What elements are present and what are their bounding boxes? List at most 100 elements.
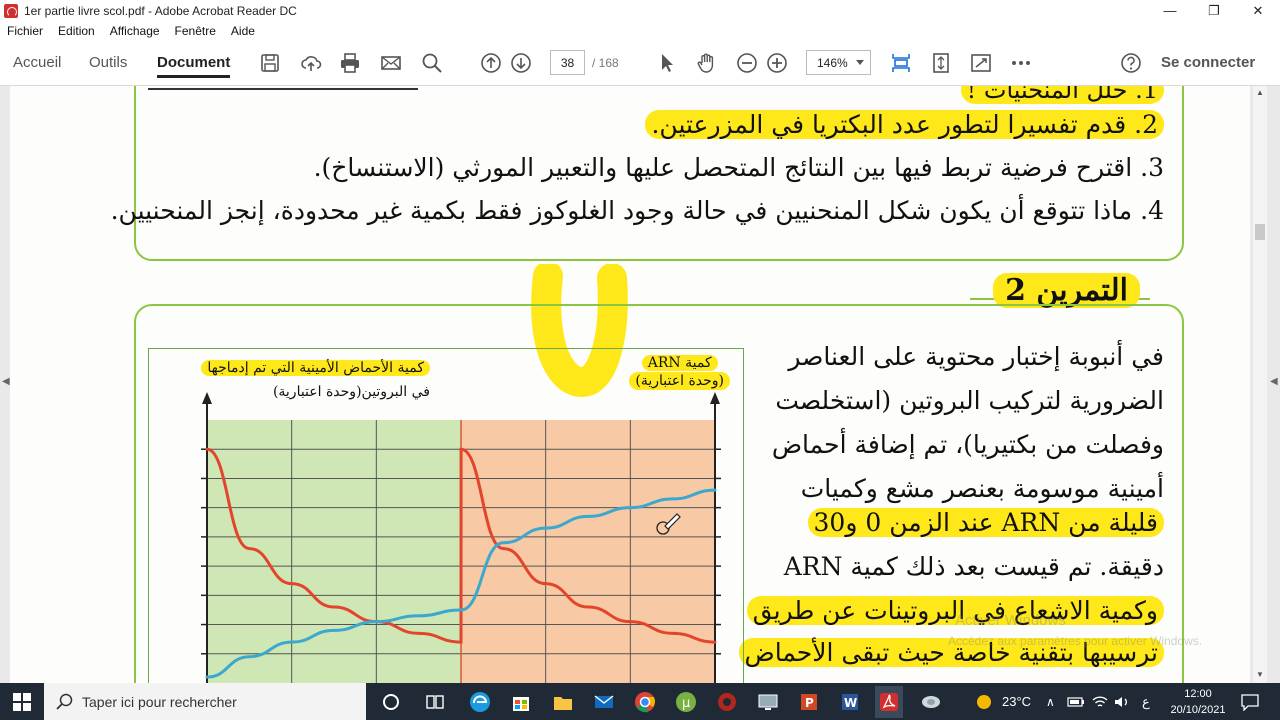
- zoom-in-icon[interactable]: [765, 51, 789, 75]
- svg-text:P: P: [805, 696, 814, 710]
- battery-icon[interactable]: [1067, 683, 1085, 720]
- task-view-icon[interactable]: [422, 689, 448, 715]
- sign-in-link[interactable]: Se connecter: [1161, 54, 1255, 71]
- page-down-icon[interactable]: [509, 51, 533, 75]
- vertical-scrollbar[interactable]: ▲ ▼: [1253, 86, 1267, 683]
- paragraph-line-5: قليلة من ARN عند الزمن 0 و30: [807, 508, 1164, 537]
- more-icon[interactable]: [1009, 51, 1033, 75]
- scrollbar-thumb[interactable]: [1255, 224, 1265, 240]
- chevron-down-icon: [856, 60, 864, 65]
- document-viewport[interactable]: ◀ ◀ 1. حلل المنحنيات ! 2. قدم تفسيرا لتط…: [0, 86, 1280, 683]
- mail-app-icon[interactable]: [591, 689, 617, 715]
- exercise-title: التمرين 2: [993, 273, 1140, 308]
- svg-text:µ: µ: [682, 696, 690, 711]
- page-up-icon[interactable]: [479, 51, 503, 75]
- menu-edition[interactable]: Edition: [51, 24, 103, 38]
- volume-icon[interactable]: [1113, 683, 1131, 720]
- notifications-icon[interactable]: [1240, 683, 1260, 720]
- taskbar-search[interactable]: Taper ici pour rechercher: [44, 683, 366, 720]
- clock-date: 20/10/2021: [1170, 704, 1226, 716]
- screen-icon[interactable]: [755, 689, 781, 715]
- window-title: 1er partie livre scol.pdf - Adobe Acroba…: [24, 3, 297, 18]
- clock[interactable]: 12:00 20/10/2021: [1166, 686, 1230, 718]
- chart-right-axis-arrow: [710, 392, 720, 404]
- wifi-icon[interactable]: [1091, 683, 1109, 720]
- acrobat-window: 1er partie livre scol.pdf - Adobe Acroba…: [0, 0, 1280, 720]
- zoom-out-icon[interactable]: [735, 51, 759, 75]
- zoom-select[interactable]: 146%: [806, 50, 871, 75]
- tab-accueil[interactable]: Accueil: [13, 40, 61, 86]
- input-language[interactable]: ع: [1142, 683, 1150, 720]
- paragraph-line-3: وفصلت من بكتيريا)، تم إضافة أحماض: [771, 430, 1164, 459]
- windows-logo-icon: [13, 692, 31, 711]
- menu-fichier[interactable]: Fichier: [0, 24, 51, 38]
- menu-aide[interactable]: Aide: [224, 24, 263, 38]
- question-1: 1. حلل المنحنيات !: [960, 86, 1164, 104]
- toolbar: Accueil Outils Document: [0, 40, 1280, 86]
- tab-document[interactable]: Document: [157, 40, 231, 86]
- left-panel-toggle-icon[interactable]: ◀: [2, 376, 10, 387]
- scroll-down-icon[interactable]: ▼: [1256, 670, 1264, 679]
- menu-bar: Fichier Edition Affichage Fenêtre Aide: [0, 21, 1280, 40]
- sun-icon: [977, 694, 991, 709]
- zoom-value: 146%: [817, 55, 848, 70]
- hand-icon[interactable]: [695, 51, 719, 75]
- scroll-up-icon[interactable]: ▲: [1256, 88, 1264, 97]
- page-number-input[interactable]: 38: [550, 50, 585, 75]
- app-icon[interactable]: [714, 689, 740, 715]
- paragraph-line-1: في أنبوبة إختبار محتوية على العناصر: [788, 342, 1164, 371]
- taskbar-search-placeholder: Taper ici pour rechercher: [82, 693, 237, 710]
- fit-page-icon[interactable]: [929, 51, 953, 75]
- select-cursor-icon[interactable]: [655, 51, 679, 75]
- utorrent-icon[interactable]: µ: [673, 689, 699, 715]
- tab-outils[interactable]: Outils: [89, 40, 127, 86]
- store-icon[interactable]: [508, 689, 534, 715]
- question-2: 2. قدم تفسيرا لتطور عدد البكتريا في المز…: [645, 110, 1164, 139]
- clock-time: 12:00: [1184, 688, 1212, 700]
- divider: [148, 86, 418, 90]
- weather-widget[interactable]: 23°C: [975, 683, 1031, 720]
- cortana-icon[interactable]: [378, 689, 404, 715]
- activation-watermark-title: Activer Windows: [955, 612, 1066, 629]
- activation-watermark-text: Accédez aux paramètres pour activer Wind…: [948, 634, 1203, 648]
- maximize-button[interactable]: ❐: [1192, 0, 1236, 21]
- search-icon: [56, 693, 73, 710]
- menu-fenetre[interactable]: Fenêtre: [168, 24, 224, 38]
- print-icon[interactable]: [338, 51, 362, 75]
- word-icon[interactable]: W: [837, 689, 863, 715]
- weather-temp: 23°C: [1002, 694, 1032, 709]
- explorer-icon[interactable]: [550, 689, 576, 715]
- close-button[interactable]: ✕: [1236, 0, 1280, 21]
- chrome-icon[interactable]: [632, 689, 658, 715]
- question-3: 3. اقترح فرضية تربط فيها بين النتائج الم…: [313, 153, 1164, 182]
- search-icon[interactable]: [420, 51, 444, 75]
- pdf-page: 1. حلل المنحنيات ! 2. قدم تفسيرا لتطور ع…: [10, 86, 1250, 683]
- chart-right-axis-label: كمية ARN (وحدة اعتبارية): [629, 354, 730, 390]
- start-button[interactable]: [0, 683, 44, 720]
- acrobat-icon[interactable]: [875, 686, 903, 718]
- upload-icon[interactable]: [299, 51, 323, 75]
- fullscreen-icon[interactable]: [969, 51, 993, 75]
- mail-icon[interactable]: [379, 51, 403, 75]
- right-panel-toggle-icon[interactable]: ◀: [1270, 376, 1278, 387]
- paragraph-line-6: دقيقة. تم قيست بعد ذلك كمية ARN: [783, 552, 1164, 581]
- chart-region-1: [207, 420, 461, 683]
- tray-expand-icon[interactable]: ∧: [1046, 683, 1055, 720]
- help-icon[interactable]: [1119, 51, 1143, 75]
- cursor-icon: [656, 513, 681, 535]
- menu-affichage[interactable]: Affichage: [103, 24, 168, 38]
- save-icon[interactable]: [258, 51, 282, 75]
- acrobat-logo-icon: [4, 3, 18, 18]
- svg-text:W: W: [844, 696, 857, 710]
- minimize-button[interactable]: —: [1148, 0, 1192, 21]
- powerpoint-icon[interactable]: P: [796, 689, 822, 715]
- windows-taskbar: Taper ici pour rechercher µ P W 23°C ∧ ع…: [0, 683, 1280, 720]
- title-bar: 1er partie livre scol.pdf - Adobe Acroba…: [0, 0, 1280, 21]
- network-app-icon[interactable]: [918, 689, 944, 715]
- scroll-mode-icon[interactable]: [889, 51, 913, 75]
- paragraph-line-2: الضرورية لتركيب البروتين (استخلصت: [775, 386, 1164, 415]
- chart-left-axis-arrow: [202, 392, 212, 404]
- page-total: / 168: [592, 56, 619, 70]
- chart-region-2: [461, 420, 715, 683]
- edge-icon[interactable]: [467, 689, 493, 715]
